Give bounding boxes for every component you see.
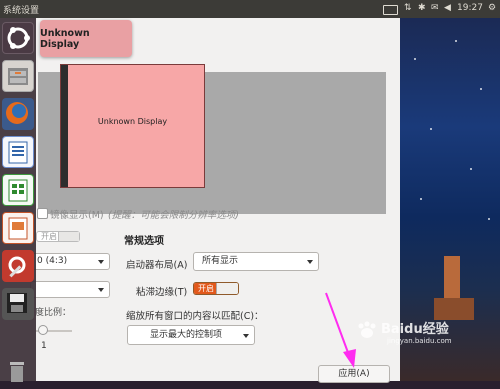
baidu-watermark: Baidu经验 jingyan.baidu.com: [355, 318, 452, 345]
watermark-main: Baidu经验: [381, 322, 449, 337]
paw-icon: [358, 321, 376, 338]
watermark-sub: jingyan.baidu.com: [387, 336, 452, 345]
